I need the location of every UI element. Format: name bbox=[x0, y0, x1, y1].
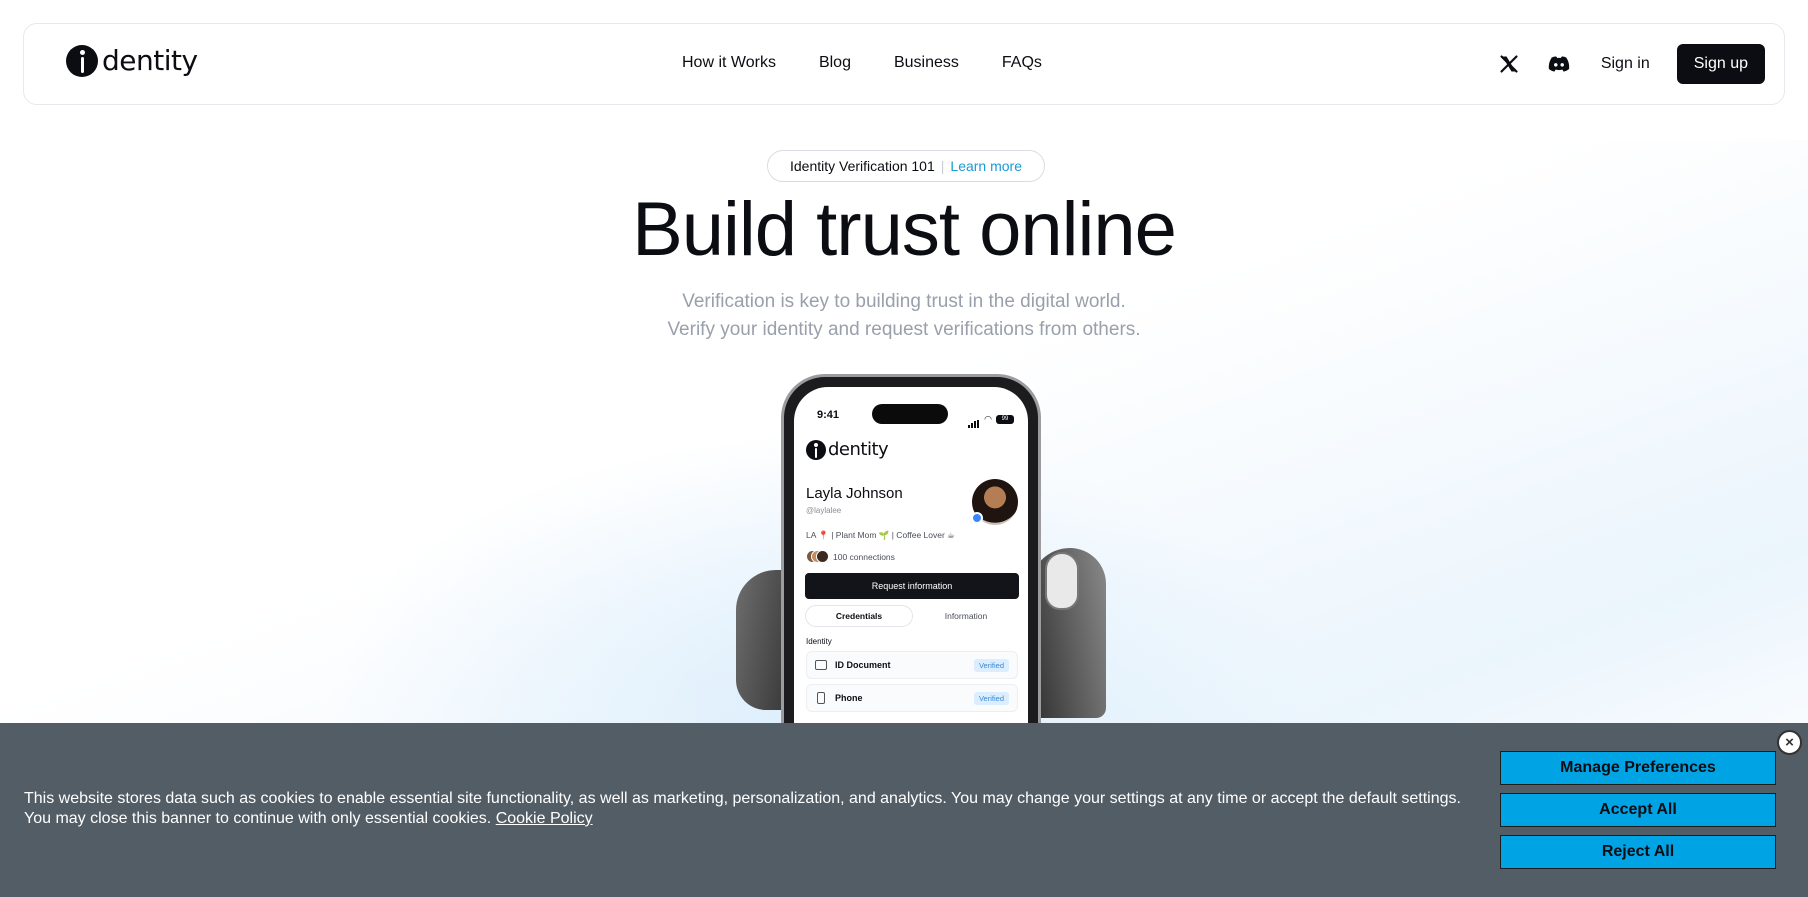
request-information-button[interactable]: Request information bbox=[805, 573, 1019, 599]
phone-screen: 9:41 ◠ 99 dentity Layla Johnson @laylale… bbox=[794, 387, 1028, 767]
status-badge: Verified bbox=[973, 691, 1009, 705]
profile-tabs: Credentials Information bbox=[805, 605, 1019, 627]
list-item[interactable]: Phone Verified bbox=[806, 684, 1018, 712]
nav-blog[interactable]: Blog bbox=[819, 54, 851, 72]
pill-separator: | bbox=[940, 158, 945, 174]
tab-credentials[interactable]: Credentials bbox=[805, 605, 913, 627]
page: dentity How it Works Blog Business FAQs … bbox=[0, 0, 1808, 897]
cookie-policy-link[interactable]: Cookie Policy bbox=[496, 810, 593, 827]
site-header: dentity How it Works Blog Business FAQs … bbox=[23, 23, 1785, 105]
signal-icon bbox=[968, 410, 980, 428]
learn-more-link[interactable]: Learn more bbox=[950, 158, 1022, 174]
main-nav: How it Works Blog Business FAQs bbox=[682, 54, 1042, 72]
nav-business[interactable]: Business bbox=[894, 54, 959, 72]
hero-subtitle: Verification is key to building trust in… bbox=[0, 288, 1808, 344]
row-label: ID Document bbox=[835, 660, 891, 670]
x-icon[interactable] bbox=[1497, 52, 1521, 76]
phone-logo-text: dentity bbox=[828, 439, 889, 460]
hero-subtitle-line2: Verify your identity and request verific… bbox=[667, 319, 1141, 340]
cookie-banner: × This website stores data such as cooki… bbox=[0, 723, 1808, 897]
phone-logo-mark-icon bbox=[806, 439, 826, 460]
tab-information[interactable]: Information bbox=[913, 605, 1019, 627]
connections-count: 100 connections bbox=[833, 551, 895, 562]
signin-link[interactable]: Sign in bbox=[1601, 55, 1650, 73]
close-icon[interactable]: × bbox=[1777, 730, 1802, 755]
discord-icon[interactable] bbox=[1547, 52, 1571, 76]
id-card-icon bbox=[815, 660, 827, 670]
pill-text: Identity Verification 101 bbox=[790, 158, 935, 174]
nav-faqs[interactable]: FAQs bbox=[1002, 54, 1042, 72]
cookie-message: This website stores data such as cookies… bbox=[24, 789, 1474, 829]
accept-all-button[interactable]: Accept All bbox=[1500, 793, 1776, 827]
phone-icon bbox=[817, 692, 825, 704]
row-label: Phone bbox=[835, 693, 863, 703]
profile-bio: LA 📍 | Plant Mom 🌱 | Coffee Lover ☕ bbox=[806, 530, 955, 540]
phone-mockup: 9:41 ◠ 99 dentity Layla Johnson @laylale… bbox=[781, 374, 1041, 774]
thumb-image bbox=[1045, 552, 1079, 610]
status-time: 9:41 bbox=[817, 409, 840, 421]
learn-more-pill[interactable]: Identity Verification 101 | Learn more bbox=[767, 150, 1045, 182]
list-item[interactable]: ID Document Verified bbox=[806, 651, 1018, 679]
signup-button[interactable]: Sign up bbox=[1676, 44, 1765, 84]
cookie-text: This website stores data such as cookies… bbox=[24, 790, 1461, 827]
header-actions: Sign in Sign up bbox=[1497, 44, 1765, 84]
section-identity: Identity bbox=[806, 637, 832, 646]
verified-badge-icon bbox=[971, 512, 983, 524]
logo-mark-icon bbox=[66, 44, 98, 77]
status-icons: ◠ 99 bbox=[968, 410, 1014, 428]
profile-handle: @laylalee bbox=[806, 506, 842, 515]
reject-all-button[interactable]: Reject All bbox=[1500, 835, 1776, 869]
dynamic-island bbox=[872, 404, 948, 424]
hero-subtitle-line1: Verification is key to building trust in… bbox=[682, 291, 1126, 312]
wifi-icon: ◠ bbox=[984, 413, 992, 424]
manage-preferences-button[interactable]: Manage Preferences bbox=[1500, 751, 1776, 785]
battery-icon: 99 bbox=[996, 414, 1014, 424]
status-badge: Verified bbox=[973, 658, 1009, 672]
logo[interactable]: dentity bbox=[66, 44, 198, 77]
nav-how-it-works[interactable]: How it Works bbox=[682, 54, 776, 72]
logo-text: dentity bbox=[102, 44, 198, 77]
hero-title: Build trust online bbox=[632, 187, 1177, 272]
profile-name: Layla Johnson bbox=[806, 485, 903, 502]
phone-logo: dentity bbox=[806, 439, 889, 460]
connection-avatars bbox=[806, 550, 829, 563]
connections: 100 connections bbox=[806, 550, 895, 563]
